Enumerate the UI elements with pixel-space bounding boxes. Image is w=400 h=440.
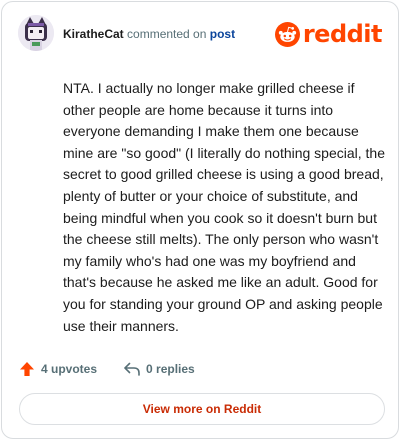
reply-count[interactable]: 0 replies — [123, 361, 195, 377]
logo-wordmark: reddit — [302, 20, 383, 48]
byline: KiratheCat commented on post — [63, 27, 235, 41]
reddit-logo[interactable]: reddit — [274, 20, 383, 48]
post-link[interactable]: post — [210, 27, 235, 41]
replies-label: 0 replies — [146, 362, 195, 376]
byline-action: commented on — [127, 27, 207, 41]
comment-header: KiratheCat commented on post reddit — [18, 15, 383, 51]
view-more-button[interactable]: View more on Reddit — [19, 393, 385, 425]
upvote-count[interactable]: 4 upvotes — [19, 361, 97, 377]
reply-arrow-icon — [124, 362, 140, 376]
comment-card: KiratheCat commented on post reddit NTA.… — [1, 1, 399, 439]
cat-avatar-icon — [18, 15, 54, 51]
comment-text: NTA. I actually no longer make grilled c… — [63, 80, 386, 334]
comment-stats: 4 upvotes 0 replies — [19, 360, 195, 378]
author-avatar[interactable] — [18, 15, 54, 51]
upvote-arrow-icon — [20, 362, 34, 376]
author-name[interactable]: KiratheCat — [63, 27, 124, 41]
reddit-snoo-icon — [274, 21, 300, 47]
upvotes-label: 4 upvotes — [41, 362, 98, 376]
